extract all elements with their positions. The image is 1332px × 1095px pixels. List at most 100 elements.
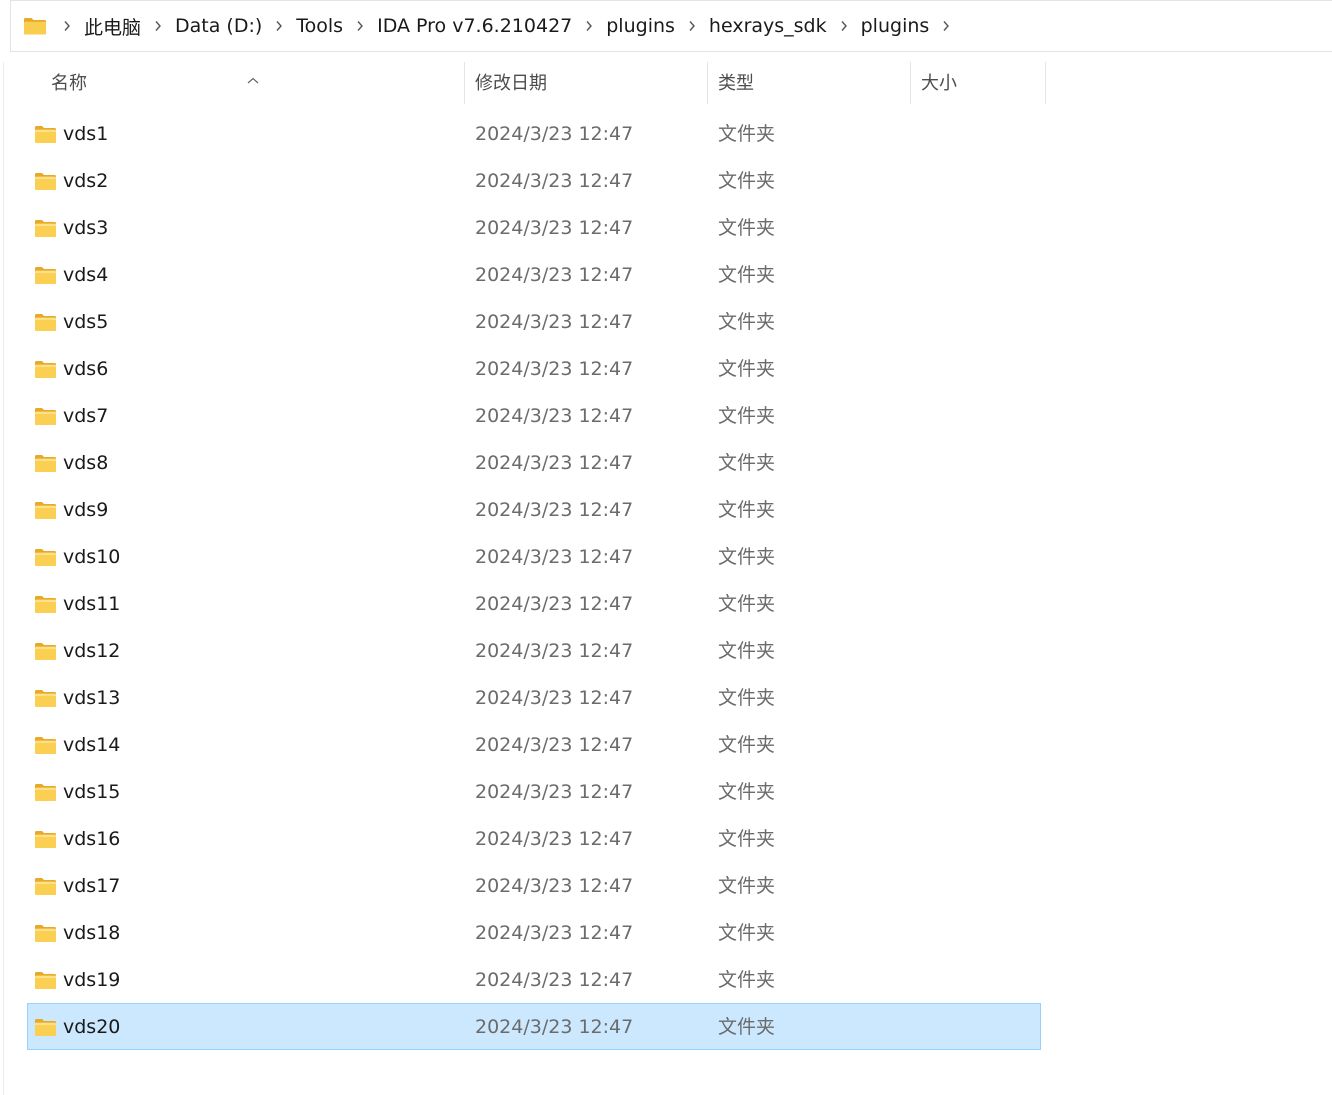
column-header-date-label: 修改日期: [475, 73, 547, 94]
file-modified-date: 2024/3/23 12:47: [475, 405, 634, 427]
file-name[interactable]: vds13: [63, 675, 120, 722]
file-name[interactable]: vds3: [63, 205, 108, 252]
file-modified-date: 2024/3/23 12:47: [475, 123, 634, 145]
file-name[interactable]: vds2: [63, 158, 108, 205]
table-row[interactable]: vds12 2024/3/23 12:47 文件夹: [27, 627, 1041, 674]
table-row[interactable]: vds11 2024/3/23 12:47 文件夹: [27, 580, 1041, 627]
table-row[interactable]: vds14 2024/3/23 12:47 文件夹: [27, 721, 1041, 768]
column-header-name[interactable]: 名称: [27, 62, 464, 104]
folder-icon: [34, 736, 57, 755]
table-row[interactable]: vds17 2024/3/23 12:47 文件夹: [27, 862, 1041, 909]
file-modified-date: 2024/3/23 12:47: [475, 593, 634, 615]
file-type: 文件夹: [718, 781, 776, 803]
folder-icon: [34, 642, 57, 661]
chevron-right-icon[interactable]: [830, 18, 858, 34]
table-row[interactable]: vds16 2024/3/23 12:47 文件夹: [27, 815, 1041, 862]
table-row[interactable]: vds19 2024/3/23 12:47 文件夹: [27, 956, 1041, 1003]
folder-icon: [34, 219, 57, 238]
table-row[interactable]: vds20 2024/3/23 12:47 文件夹: [27, 1003, 1041, 1050]
breadcrumb-item-ida-pro[interactable]: IDA Pro v7.6.210427: [374, 15, 575, 37]
folder-icon: [34, 689, 57, 708]
file-name[interactable]: vds15: [63, 769, 120, 816]
column-header-name-label: 名称: [51, 73, 87, 94]
folder-icon: [34, 783, 57, 802]
file-type: 文件夹: [718, 170, 776, 192]
folder-icon: [34, 407, 57, 426]
file-modified-date: 2024/3/23 12:47: [475, 452, 634, 474]
folder-icon: [34, 877, 57, 896]
table-row[interactable]: vds10 2024/3/23 12:47 文件夹: [27, 533, 1041, 580]
breadcrumb-item-data-drive[interactable]: Data (D:): [172, 15, 265, 37]
file-name[interactable]: vds12: [63, 628, 120, 675]
table-row[interactable]: vds7 2024/3/23 12:47 文件夹: [27, 392, 1041, 439]
file-modified-date: 2024/3/23 12:47: [475, 781, 634, 803]
file-name[interactable]: vds8: [63, 440, 108, 487]
breadcrumb-item-tools[interactable]: Tools: [293, 15, 346, 37]
file-type: 文件夹: [718, 687, 776, 709]
column-header-size-label: 大小: [921, 73, 957, 94]
file-modified-date: 2024/3/23 12:47: [475, 170, 634, 192]
file-name[interactable]: vds19: [63, 957, 120, 1004]
file-modified-date: 2024/3/23 12:47: [475, 969, 634, 991]
file-name[interactable]: vds6: [63, 346, 108, 393]
file-name[interactable]: vds7: [63, 393, 108, 440]
table-row[interactable]: vds2 2024/3/23 12:47 文件夹: [27, 157, 1041, 204]
chevron-right-icon[interactable]: [932, 18, 960, 34]
file-name[interactable]: vds10: [63, 534, 120, 581]
breadcrumb-item-plugins-current[interactable]: plugins: [858, 15, 933, 37]
file-name[interactable]: vds20: [63, 1004, 120, 1051]
file-modified-date: 2024/3/23 12:47: [475, 358, 634, 380]
file-name[interactable]: vds1: [63, 111, 108, 158]
breadcrumb[interactable]: 此电脑 Data (D:) Tools IDA Pro v7.6.210427 …: [10, 0, 1332, 52]
chevron-right-icon[interactable]: [144, 18, 172, 34]
file-modified-date: 2024/3/23 12:47: [475, 875, 634, 897]
table-row[interactable]: vds18 2024/3/23 12:47 文件夹: [27, 909, 1041, 956]
column-header-type[interactable]: 类型: [707, 62, 910, 104]
table-row[interactable]: vds8 2024/3/23 12:47 文件夹: [27, 439, 1041, 486]
file-type: 文件夹: [718, 311, 776, 333]
file-name[interactable]: vds11: [63, 581, 120, 628]
folder-icon: [34, 971, 57, 990]
breadcrumb-item-this-pc[interactable]: 此电脑: [81, 13, 144, 40]
chevron-right-icon[interactable]: [53, 18, 81, 34]
chevron-right-icon[interactable]: [678, 18, 706, 34]
file-name[interactable]: vds16: [63, 816, 120, 863]
folder-icon: [34, 313, 57, 332]
table-row[interactable]: vds15 2024/3/23 12:47 文件夹: [27, 768, 1041, 815]
chevron-right-icon[interactable]: [346, 18, 374, 34]
file-type: 文件夹: [718, 264, 776, 286]
column-header-type-label: 类型: [718, 73, 754, 94]
file-modified-date: 2024/3/23 12:47: [475, 311, 634, 333]
folder-icon[interactable]: [23, 16, 47, 36]
column-header-date[interactable]: 修改日期: [464, 62, 707, 104]
file-name[interactable]: vds4: [63, 252, 108, 299]
table-row[interactable]: vds9 2024/3/23 12:47 文件夹: [27, 486, 1041, 533]
file-name[interactable]: vds14: [63, 722, 120, 769]
file-name[interactable]: vds18: [63, 910, 120, 957]
chevron-right-icon[interactable]: [575, 18, 603, 34]
file-name[interactable]: vds17: [63, 863, 120, 910]
file-type: 文件夹: [718, 405, 776, 427]
table-row[interactable]: vds1 2024/3/23 12:47 文件夹: [27, 110, 1041, 157]
file-modified-date: 2024/3/23 12:47: [475, 217, 634, 239]
breadcrumb-item-hexrays-sdk[interactable]: hexrays_sdk: [706, 15, 830, 37]
table-row[interactable]: vds4 2024/3/23 12:47 文件夹: [27, 251, 1041, 298]
column-header-size[interactable]: 大小: [910, 62, 1046, 104]
file-type: 文件夹: [718, 875, 776, 897]
breadcrumb-item-plugins[interactable]: plugins: [603, 15, 678, 37]
file-type: 文件夹: [718, 1016, 776, 1038]
file-type: 文件夹: [718, 734, 776, 756]
table-row[interactable]: vds3 2024/3/23 12:47 文件夹: [27, 204, 1041, 251]
file-name[interactable]: vds5: [63, 299, 108, 346]
folder-icon: [34, 125, 57, 144]
folder-icon: [34, 548, 57, 567]
table-row[interactable]: vds6 2024/3/23 12:47 文件夹: [27, 345, 1041, 392]
table-row[interactable]: vds13 2024/3/23 12:47 文件夹: [27, 674, 1041, 721]
folder-icon: [34, 501, 57, 520]
chevron-right-icon[interactable]: [265, 18, 293, 34]
file-explorer-window: 此电脑 Data (D:) Tools IDA Pro v7.6.210427 …: [0, 0, 1332, 1095]
table-row[interactable]: vds5 2024/3/23 12:47 文件夹: [27, 298, 1041, 345]
file-modified-date: 2024/3/23 12:47: [475, 828, 634, 850]
file-type: 文件夹: [718, 358, 776, 380]
file-name[interactable]: vds9: [63, 487, 108, 534]
